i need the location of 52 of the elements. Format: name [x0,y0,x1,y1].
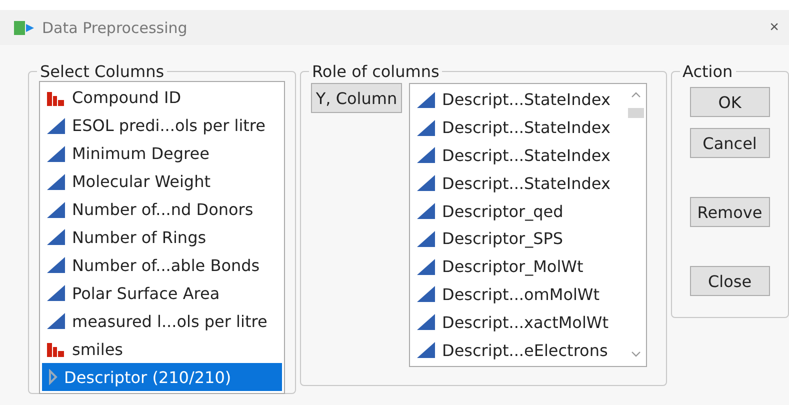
column-list-item[interactable]: Minimum Degree [42,140,282,168]
column-list-item[interactable]: Descript...StateIndex [412,142,644,170]
column-list-item[interactable]: measured l...ols per litre [42,307,282,336]
column-list-item[interactable]: Descript...StateIndex [412,114,644,142]
triangle-icon [46,116,66,135]
disclosure-icon [48,369,58,386]
action-button[interactable]: Remove [690,197,770,227]
triangle-icon [46,172,66,191]
triangle-icon [416,341,436,360]
triangle-icon [416,174,436,192]
column-list-item[interactable]: Number of...nd Donors [42,196,282,224]
action-button[interactable]: Close [690,266,770,296]
panel-title: Role of columns [311,62,440,81]
triangle-icon [46,144,66,163]
column-list-item[interactable]: Descriptor (210/210) [42,363,282,391]
column-list-item[interactable]: Descriptor_qed [412,197,644,225]
bar-chart-icon [46,340,66,358]
close-button[interactable]: × [766,18,783,36]
triangle-icon [416,146,436,164]
column-list-item[interactable]: Molecular Weight [42,168,282,196]
triangle-icon [46,256,66,274]
triangle-icon [46,312,66,330]
column-list-item[interactable]: Polar Surface Area [42,279,282,308]
triangle-icon [416,258,436,276]
column-list-item[interactable]: Number of...able Bonds [42,251,282,280]
triangle-icon [46,284,66,302]
triangle-icon [416,285,436,304]
triangle-icon [416,202,436,220]
role-button[interactable]: Y, Column [311,83,402,113]
triangle-icon [416,230,436,248]
column-list-item[interactable]: Compound ID [42,84,282,112]
column-list-item[interactable]: Descript...eElectrons [412,336,644,364]
column-list-item[interactable]: Number of Rings [42,224,282,252]
panel-title: Select Columns [39,62,166,81]
column-list-item[interactable]: Descriptor_SPS [412,224,644,253]
column-list-item[interactable]: Descript...omMolWt [412,280,644,308]
action-button[interactable]: OK [690,87,770,117]
triangle-icon [46,200,66,219]
action-button[interactable]: Cancel [690,128,770,158]
column-list-item[interactable]: Descript...xactMolWt [412,308,644,336]
column-list-item[interactable]: Descriptor_MolWt [412,252,644,281]
panel-title: Action [682,62,734,81]
column-list-item[interactable]: ESOL predi...ols per litre [42,112,282,140]
column-list-item[interactable]: Descript...StateIndex [412,86,644,114]
triangle-icon [416,90,436,109]
app-icon [14,18,34,36]
triangle-icon [416,118,436,137]
window-title: Data Preprocessing [42,18,188,36]
triangle-icon [46,228,66,246]
column-list-item[interactable]: smiles [42,335,282,364]
triangle-icon [416,313,436,332]
column-list-item[interactable]: Descript...StateIndex [412,169,644,198]
